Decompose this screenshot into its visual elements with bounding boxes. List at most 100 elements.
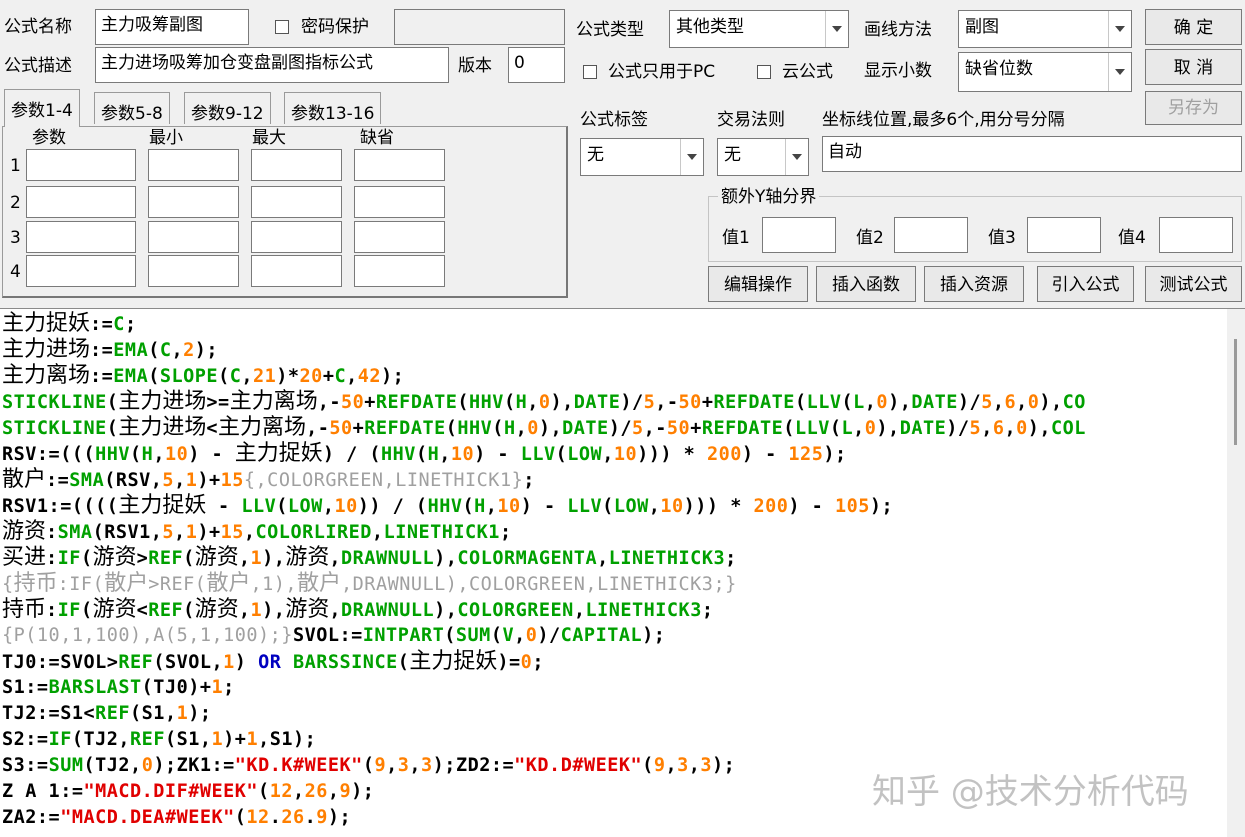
vertical-scrollbar[interactable] bbox=[1227, 309, 1245, 837]
code-line[interactable]: 持币:IF(游资<REF(游资,1),游资,DRAWNULL),COLORGRE… bbox=[2, 597, 1225, 623]
param-default-input[interactable] bbox=[354, 149, 445, 181]
param-name-input[interactable] bbox=[26, 186, 136, 218]
code-token: 3 bbox=[677, 755, 689, 776]
formula-desc-input[interactable]: 主力进场吸筹加仓变盘副图指标公式 bbox=[95, 47, 449, 83]
code-line[interactable]: {P(10,1,100),A(5,1,100);}SVOL:=INTPART(S… bbox=[2, 623, 1225, 649]
y-value-2-input[interactable] bbox=[894, 217, 968, 253]
code-token: LLV bbox=[241, 496, 277, 517]
param-max-input[interactable] bbox=[251, 186, 342, 218]
tab-params-13-16[interactable]: 参数13-16 bbox=[284, 92, 382, 124]
tab-params-1-4[interactable]: 参数1-4 bbox=[4, 89, 80, 127]
code-token: 3 bbox=[397, 755, 410, 776]
code-token: , bbox=[573, 600, 586, 621]
save-as-button[interactable]: 另存为 bbox=[1145, 91, 1242, 125]
tab-params-9-12[interactable]: 参数9-12 bbox=[184, 92, 271, 124]
insert-resource-button[interactable]: 插入资源 bbox=[924, 266, 1024, 302]
formula-name-input[interactable]: 主力吸筹副图 bbox=[95, 9, 249, 45]
param-name-input[interactable] bbox=[26, 149, 136, 181]
param-min-input[interactable] bbox=[148, 255, 239, 287]
extra-y-axis-label: 额外Y轴分界 bbox=[718, 187, 820, 207]
code-line[interactable]: 散户:=SMA(RSV,5,1)+15{,COLORGREEN,LINETHIC… bbox=[2, 467, 1225, 493]
test-formula-button[interactable]: 测试公式 bbox=[1145, 266, 1242, 302]
code-token: ))) * bbox=[683, 496, 754, 517]
password-checkbox[interactable] bbox=[275, 20, 289, 34]
cancel-button[interactable]: 取 消 bbox=[1145, 49, 1242, 85]
code-editor[interactable]: 主力捉妖:=C; 主力进场:=EMA(C,2); 主力离场:=EMA(SLOPE(C… bbox=[0, 308, 1245, 837]
code-token: ); bbox=[823, 444, 847, 465]
param-default-input[interactable] bbox=[354, 221, 445, 253]
code-token: 0 bbox=[1027, 392, 1040, 413]
chevron-down-icon bbox=[825, 11, 848, 47]
code-token: "KD.D#WEEK" bbox=[514, 755, 643, 776]
code-line[interactable]: STICKLINE(主力进场>=主力离场,-50+REFDATE(HHV(H,0… bbox=[2, 389, 1225, 415]
code-token: ); bbox=[188, 703, 212, 724]
insert-function-button[interactable]: 插入函数 bbox=[816, 266, 916, 302]
code-token: H bbox=[515, 392, 528, 413]
ok-button[interactable]: 确 定 bbox=[1145, 9, 1242, 45]
code-token: "MACD.DIF#WEEK" bbox=[83, 781, 259, 802]
code-token: 5 bbox=[981, 392, 993, 413]
code-token: 3 bbox=[421, 755, 433, 776]
param-default-input[interactable] bbox=[354, 255, 445, 287]
param-max-input[interactable] bbox=[251, 221, 342, 253]
param-name-input[interactable] bbox=[26, 221, 136, 253]
param-max-input[interactable] bbox=[251, 149, 342, 181]
trade-rule-select[interactable]: 无 bbox=[717, 138, 809, 176]
pc-only-checkbox[interactable] bbox=[583, 65, 597, 79]
version-input[interactable]: 0 bbox=[508, 47, 565, 83]
code-line[interactable]: S1:=BARSLAST(TJ0)+1; bbox=[2, 675, 1225, 701]
password-input[interactable] bbox=[394, 9, 565, 45]
code-token: ),游资, bbox=[262, 597, 342, 622]
y-value-1-input[interactable] bbox=[762, 217, 836, 253]
code-line[interactable]: STICKLINE(主力进场<主力离场,-50+REFDATE(HHV(H,0)… bbox=[2, 415, 1225, 441]
code-token: 0 bbox=[538, 392, 551, 413]
param-min-input[interactable] bbox=[148, 186, 239, 218]
code-token: ( bbox=[503, 392, 516, 413]
code-token: "KD.K#WEEK" bbox=[234, 755, 363, 776]
code-token: )/ bbox=[620, 392, 644, 413]
version-label: 版本 bbox=[458, 56, 492, 76]
scrollbar-thumb[interactable] bbox=[1234, 339, 1237, 445]
edit-ops-button[interactable]: 编辑操作 bbox=[708, 266, 808, 302]
formula-type-select[interactable]: 其他类型 bbox=[669, 10, 849, 48]
y-value-3-input[interactable] bbox=[1027, 217, 1101, 253]
code-token: := bbox=[90, 340, 114, 361]
code-token: {,COLORGREEN,LINETHICK1} bbox=[243, 470, 524, 491]
param-min-input[interactable] bbox=[148, 149, 239, 181]
code-line[interactable]: RSV:=(((HHV(H,10) - 主力捉妖) / (HHV(H,10) -… bbox=[2, 441, 1225, 467]
param-min-input[interactable] bbox=[148, 221, 239, 253]
trade-rule-label: 交易法则 bbox=[717, 110, 785, 130]
cloud-checkbox[interactable] bbox=[757, 65, 771, 79]
code-text[interactable]: 主力捉妖:=C; 主力进场:=EMA(C,2); 主力离场:=EMA(SLOPE(C… bbox=[2, 311, 1225, 831]
tab-params-5-8[interactable]: 参数5-8 bbox=[94, 92, 170, 124]
code-line[interactable]: S2:=IF(TJ2,REF(S1,1)+1,S1); bbox=[2, 727, 1225, 753]
chevron-down-icon bbox=[680, 139, 703, 175]
param-max-input[interactable] bbox=[251, 255, 342, 287]
code-line[interactable]: 买进:IF(游资>REF(游资,1),游资,DRAWNULL),COLORMAG… bbox=[2, 545, 1225, 571]
code-line[interactable]: {持币:IF(散户>REF(散户,1),散户,DRAWNULL),COLORGR… bbox=[2, 571, 1225, 597]
code-token: V bbox=[502, 625, 515, 646]
code-line[interactable]: 主力离场:=EMA(SLOPE(C,21)*20+C,42); bbox=[2, 363, 1225, 389]
code-line[interactable]: 主力进场:=EMA(C,2); bbox=[2, 337, 1225, 363]
code-line[interactable]: RSV1:=((((主力捉妖 - LLV(LOW,10)) / (HHV(H,1… bbox=[2, 493, 1225, 519]
code-line[interactable]: 主力捉妖:=C; bbox=[2, 311, 1225, 337]
code-token: DRAWNULL bbox=[341, 600, 435, 621]
code-line[interactable]: TJ0:=SVOL>REF(SVOL,1) OR BARSSINCE(主力捉妖)… bbox=[2, 649, 1225, 675]
import-formula-button[interactable]: 引入公式 bbox=[1037, 266, 1134, 302]
code-line[interactable]: TJ2:=S1<REF(S1,1); bbox=[2, 701, 1225, 727]
code-token: , bbox=[371, 522, 384, 543]
code-token: . bbox=[304, 807, 317, 828]
formula-tag-select[interactable]: 无 bbox=[580, 138, 704, 176]
code-token: 1 bbox=[211, 729, 224, 750]
decimals-select[interactable]: 缺省位数 bbox=[958, 52, 1132, 92]
code-token: (游资> bbox=[80, 545, 149, 570]
axis-lines-input[interactable]: 自动 bbox=[822, 136, 1242, 172]
draw-method-select[interactable]: 副图 bbox=[958, 10, 1132, 48]
param-default-input[interactable] bbox=[354, 186, 445, 218]
code-token: )* bbox=[276, 366, 300, 387]
param-name-input[interactable] bbox=[26, 255, 136, 287]
y-value-4-input[interactable] bbox=[1159, 217, 1233, 253]
code-line[interactable]: 游资:SMA(RSV1,5,1)+15,COLORLIRED,LINETHICK… bbox=[2, 519, 1225, 545]
code-token: )) / ( bbox=[357, 496, 428, 517]
code-token: ; bbox=[701, 600, 714, 621]
